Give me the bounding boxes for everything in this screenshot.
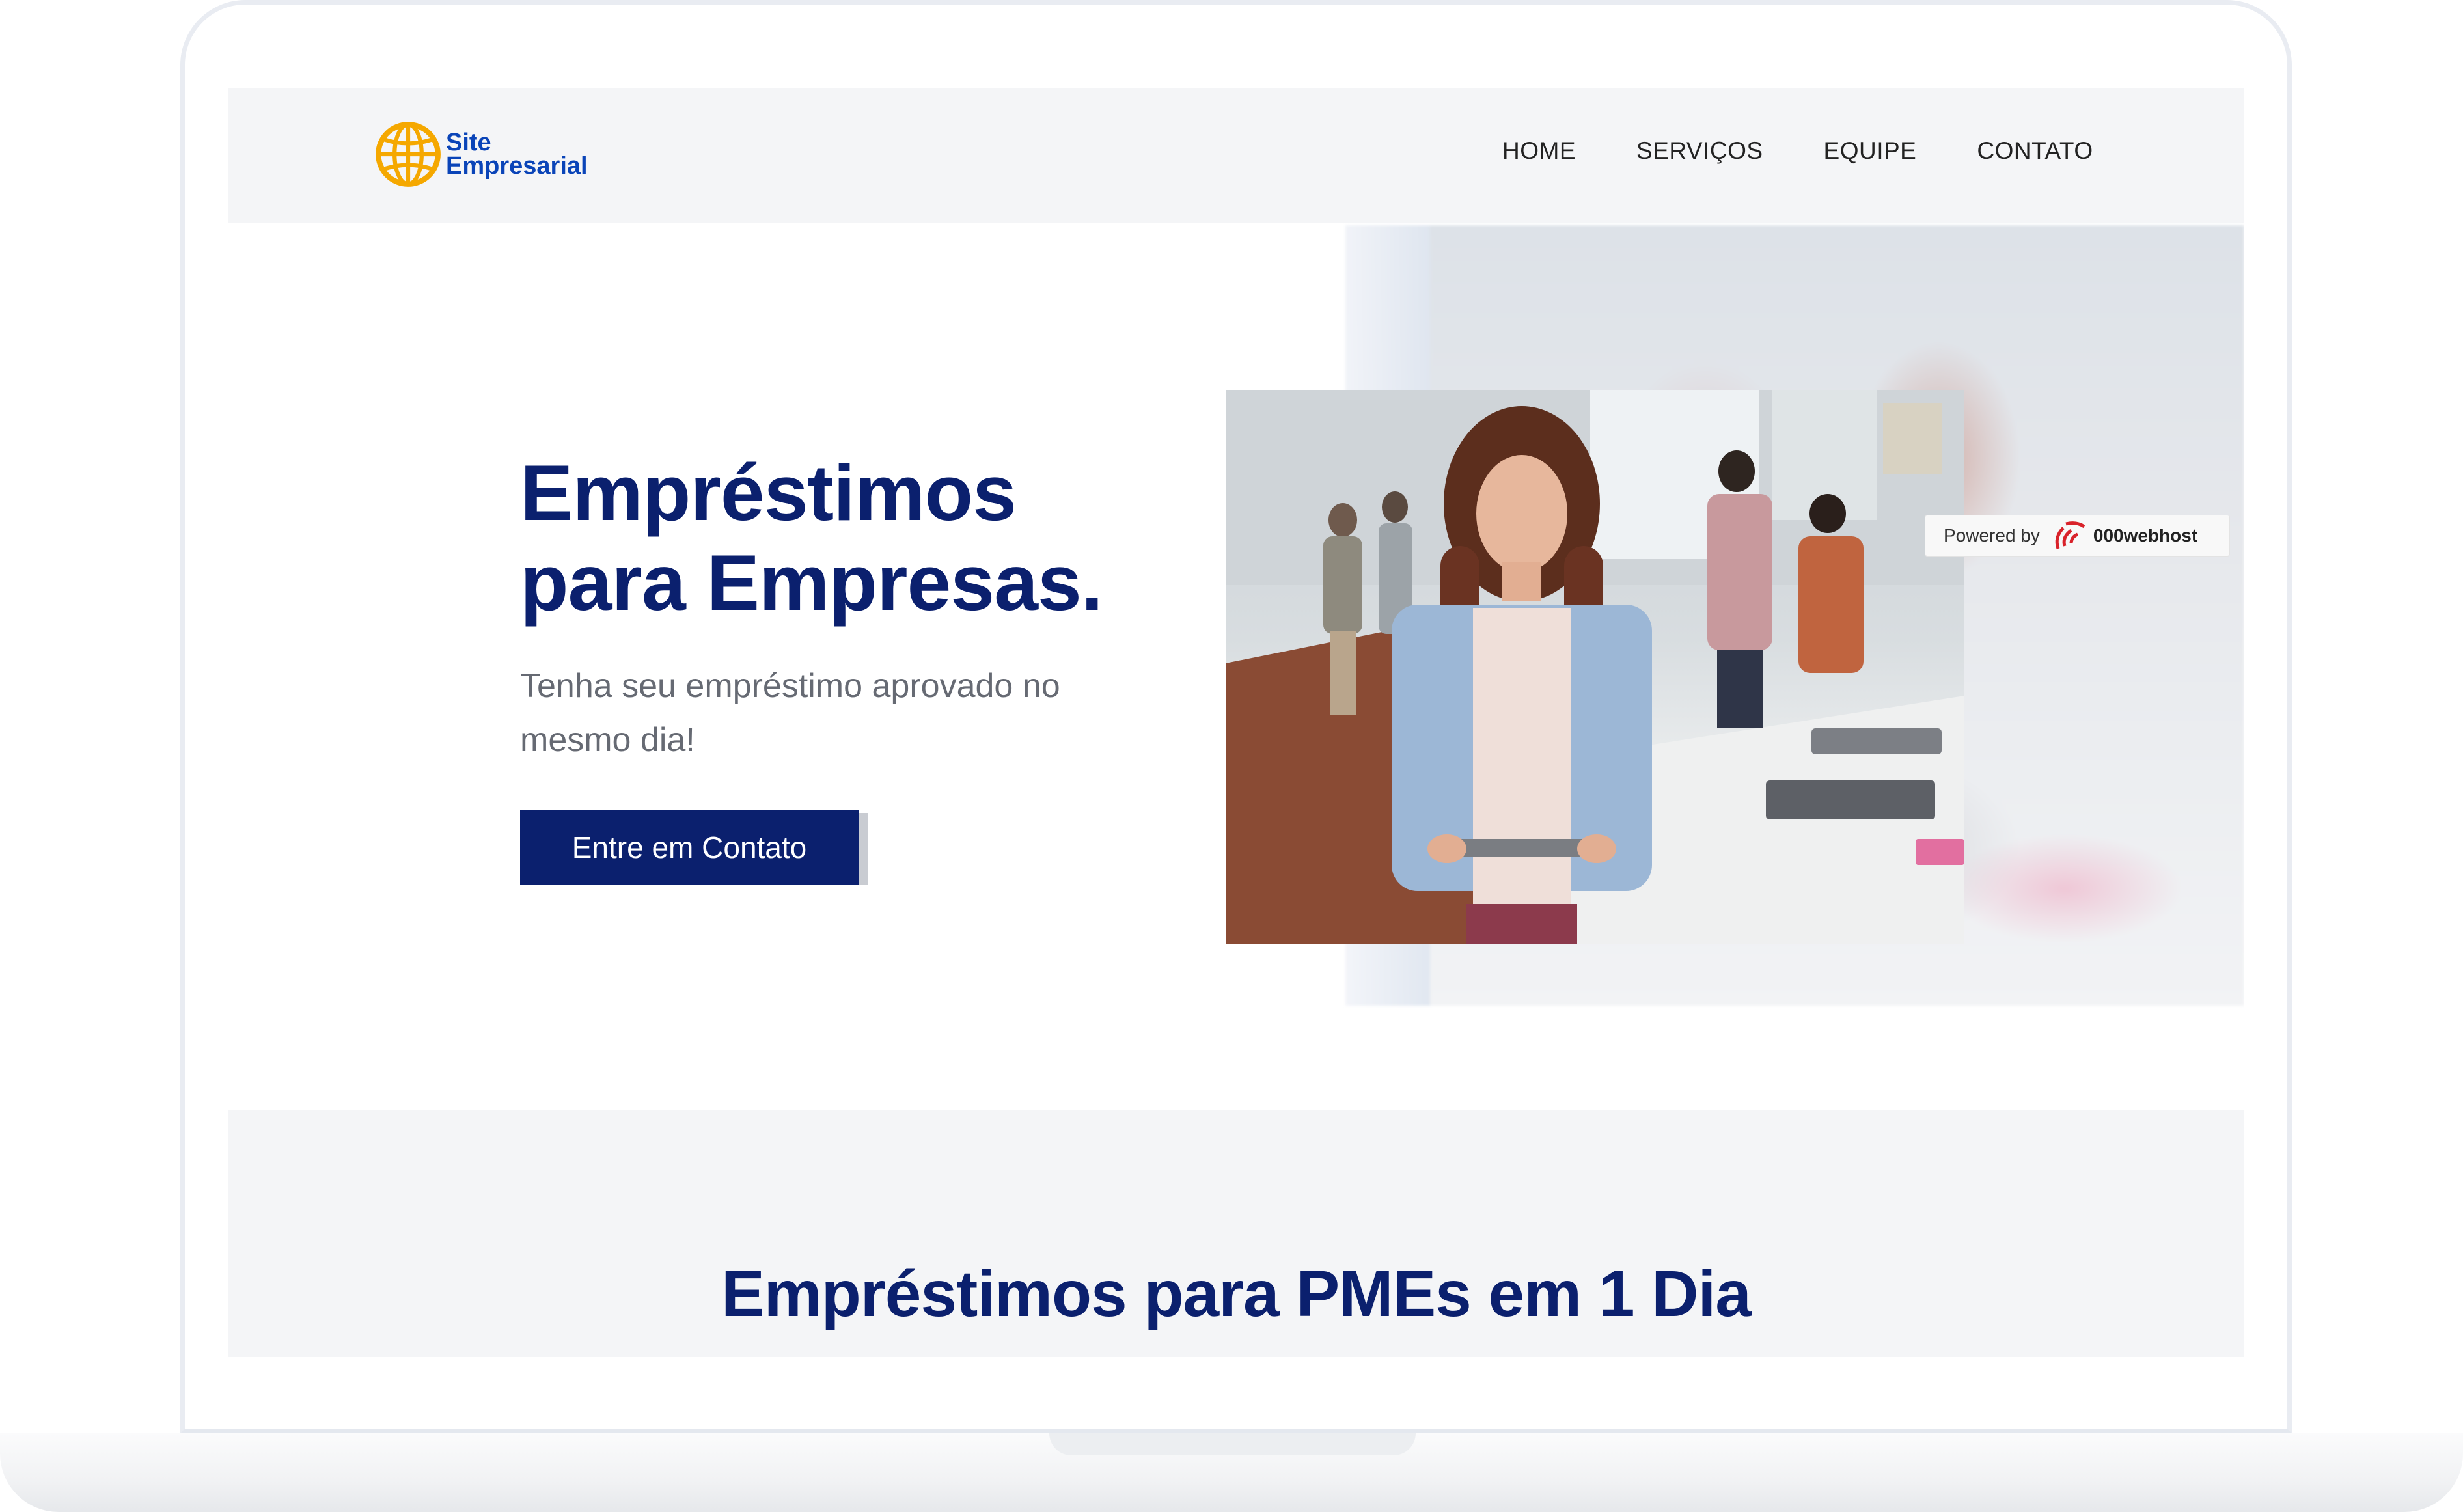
cta-wrapper: Entre em Contato bbox=[520, 810, 868, 885]
nav-link-home[interactable]: HOME bbox=[1502, 137, 1576, 165]
hero-photo bbox=[1226, 390, 1964, 944]
site-logo[interactable]: Site Empresarial bbox=[374, 120, 588, 188]
nav-link-servicos[interactable]: SERVIÇOS bbox=[1636, 137, 1763, 165]
nav-menu: HOME SERVIÇOS EQUIPE CONTATO bbox=[1502, 137, 2093, 165]
logo-line-2: Empresarial bbox=[446, 152, 588, 180]
loans-section: Empréstimos para PMEs em 1 Dia bbox=[228, 1110, 2244, 1357]
hero-photo-illustration bbox=[1226, 390, 1964, 944]
hero-title: Empréstimos para Empresas. bbox=[520, 448, 1171, 627]
contact-button[interactable]: Entre em Contato bbox=[520, 810, 859, 885]
hero-title-line-1: Empréstimos bbox=[520, 448, 1017, 537]
hero-subtitle-line-1: Tenha seu empréstimo aprovado no bbox=[520, 667, 1060, 705]
nav-link-contato[interactable]: CONTATO bbox=[1977, 137, 2093, 165]
hero-subtitle: Tenha seu empréstimo aprovado no mesmo d… bbox=[520, 659, 1171, 767]
nav-link-equipe[interactable]: EQUIPE bbox=[1824, 137, 1917, 165]
powered-by-label: Powered by bbox=[1944, 525, 2040, 545]
section-title: Empréstimos para PMEs em 1 Dia bbox=[721, 1258, 1752, 1330]
logo-line-1: Site bbox=[446, 129, 491, 156]
navbar: Site Empresarial HOME SERVIÇOS EQUIPE CO… bbox=[228, 88, 2244, 223]
powered-by-brand: 000webhost bbox=[2093, 525, 2198, 545]
powered-by-badge[interactable]: Powered by 000webhost bbox=[1925, 515, 2230, 557]
000webhost-logo-icon bbox=[2055, 521, 2085, 549]
logo-text: Site Empresarial bbox=[446, 129, 588, 180]
website-screen: Site Empresarial HOME SERVIÇOS EQUIPE CO… bbox=[228, 88, 2244, 1357]
hero-subtitle-line-2: mesmo dia! bbox=[520, 721, 695, 759]
laptop-notch bbox=[1049, 1433, 1416, 1455]
hero-title-line-2: para Empresas. bbox=[520, 538, 1103, 627]
globe-icon bbox=[376, 122, 441, 187]
